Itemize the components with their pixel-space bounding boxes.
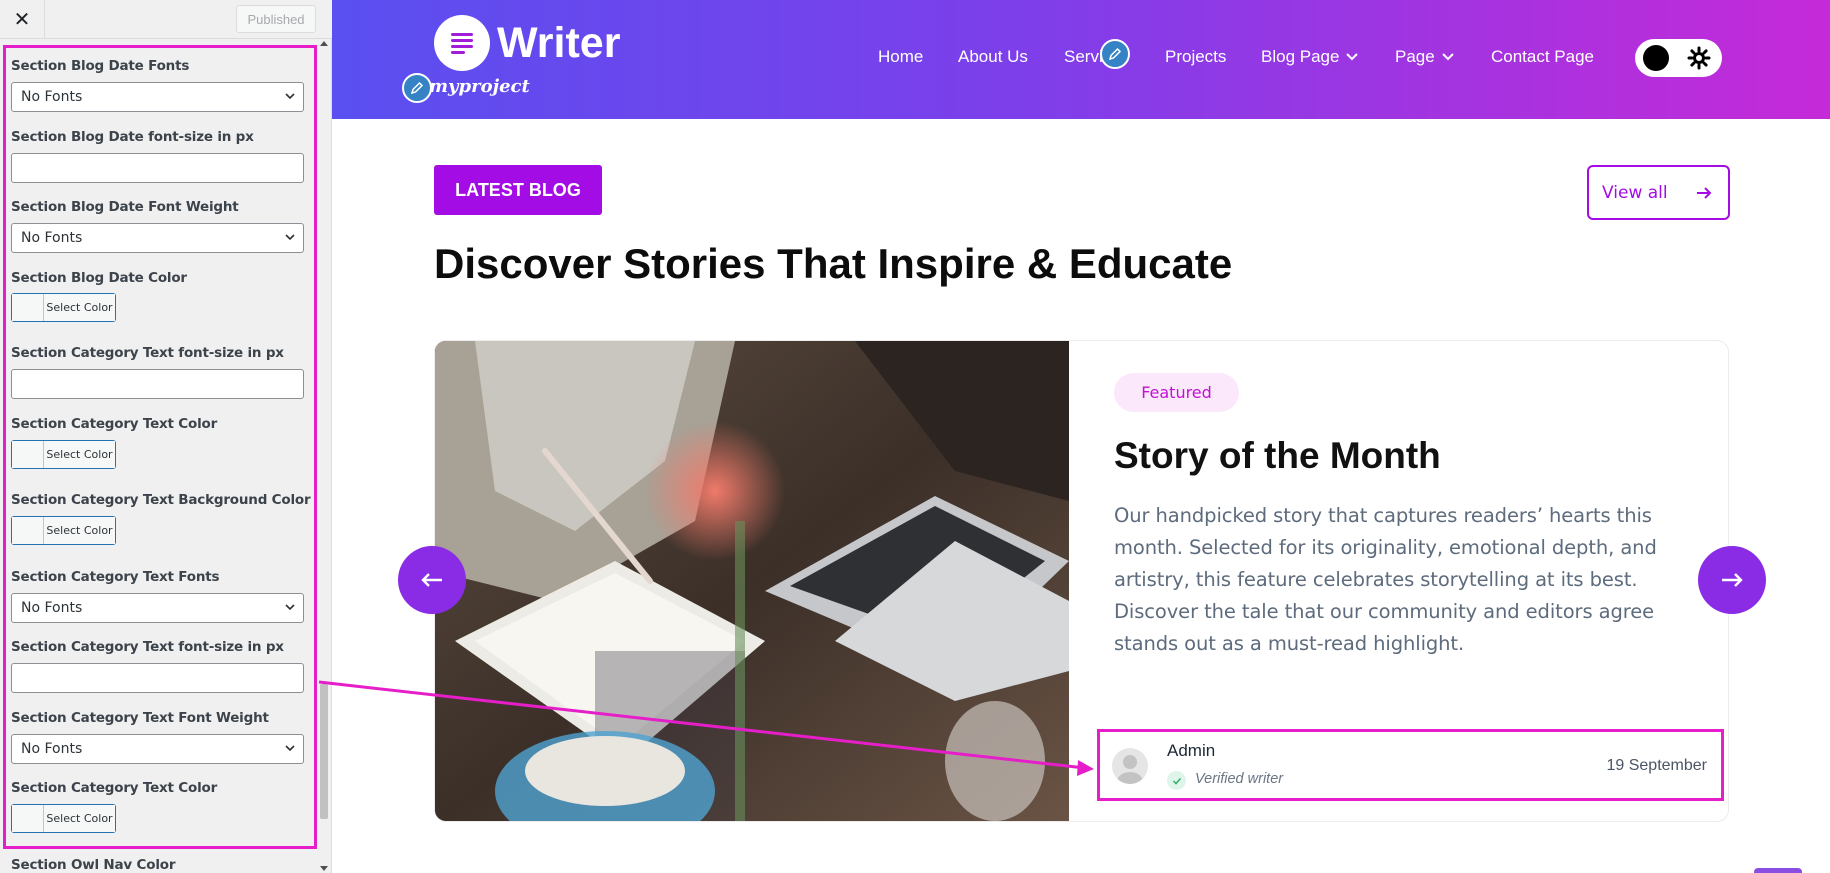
view-all-button[interactable]: View all — [1587, 165, 1730, 220]
arrow-right-icon — [1697, 187, 1712, 199]
control-label: Section Category Text Fonts — [11, 569, 220, 585]
story-description: Our handpicked story that captures reade… — [1114, 504, 1657, 655]
select-color-label: Select Color — [44, 517, 115, 544]
chevron-down-icon — [285, 234, 295, 241]
close-customizer-button[interactable]: ✕ — [0, 0, 45, 38]
category-text-font-size-input[interactable] — [11, 369, 304, 399]
published-button[interactable]: Published — [236, 5, 316, 33]
control-label: Section Blog Date font-size in px — [11, 129, 254, 145]
site-title[interactable]: Writer — [497, 19, 620, 68]
scroll-up-arrow-icon[interactable] — [320, 41, 328, 46]
color-swatch — [12, 294, 44, 321]
section-heading: Discover Stories That Inspire & Educate — [434, 240, 1233, 287]
story-title[interactable]: Story of the Month — [1114, 435, 1441, 477]
select-value: No Fonts — [21, 741, 83, 757]
control-label: Section Blog Date Font Weight — [11, 199, 239, 215]
latest-blog-tag: LATEST BLOG — [434, 165, 602, 215]
control-label: Section Category Text font-size in px — [11, 639, 284, 655]
customizer-sidebar: ✕ Published Section Blog Date Fonts No F… — [0, 0, 332, 873]
category-text-bg-color-picker[interactable]: Select Color — [11, 516, 116, 545]
site-header: Writer myproject Home About Us Servi Pro… — [332, 0, 1830, 119]
control-label: Section Category Text Color — [11, 416, 218, 432]
select-value: No Fonts — [21, 230, 83, 246]
author-role: Verified writer — [1195, 771, 1284, 787]
control-label: Section Category Text font-size in px — [11, 345, 284, 361]
arrow-left-icon — [421, 573, 442, 587]
control-label: Section Blog Date Color — [11, 270, 187, 286]
view-all-label: View all — [1602, 182, 1668, 203]
category-text-fonts-select[interactable]: No Fonts — [11, 593, 304, 623]
select-value: No Fonts — [21, 600, 83, 616]
color-swatch — [12, 517, 44, 544]
control-label: Section Owl Nav Color — [11, 857, 176, 873]
customizer-header: ✕ Published — [0, 0, 332, 39]
color-swatch — [12, 805, 44, 832]
nav-label: Blog Page — [1261, 47, 1340, 66]
blog-date-color-picker[interactable]: Select Color — [11, 293, 116, 322]
verified-check-icon — [1167, 771, 1186, 790]
category-text-color-picker-2[interactable]: Select Color — [11, 804, 116, 833]
nav-label: Page — [1395, 47, 1435, 66]
category-text-font-size-input-2[interactable] — [11, 663, 304, 693]
scroll-down-arrow-icon[interactable] — [320, 866, 328, 871]
scroll-thumb[interactable] — [320, 684, 328, 819]
nav-item-about-us[interactable]: About Us — [958, 47, 1028, 67]
customizer-controls-panel: Section Blog Date Fonts No Fonts Section… — [0, 39, 332, 873]
control-label: Section Blog Date Fonts — [11, 58, 190, 74]
featured-story-image[interactable] — [435, 341, 1069, 821]
control-label: Section Category Text Background Color — [11, 492, 311, 508]
blog-date-font-weight-select[interactable]: No Fonts — [11, 223, 304, 253]
select-color-label: Select Color — [44, 441, 115, 468]
site-logo-icon[interactable] — [434, 15, 490, 71]
site-tagline[interactable]: myproject — [429, 76, 530, 97]
chevron-down-icon — [1346, 53, 1359, 61]
author-avatar — [1112, 748, 1148, 784]
select-color-label: Select Color — [44, 294, 115, 321]
blog-date-font-size-input[interactable] — [11, 153, 304, 183]
select-value: No Fonts — [21, 89, 83, 105]
chevron-down-icon — [1441, 53, 1454, 61]
edit-menu-pencil-icon[interactable] — [1100, 39, 1130, 69]
author-name[interactable]: Admin — [1167, 741, 1215, 761]
category-text-color-picker[interactable]: Select Color — [11, 440, 116, 469]
toggle-knob — [1643, 45, 1669, 71]
chevron-down-icon — [285, 745, 295, 752]
color-swatch — [12, 441, 44, 468]
arrow-right-icon — [1722, 573, 1743, 587]
carousel-next-button[interactable] — [1698, 546, 1766, 614]
chevron-down-icon — [285, 604, 295, 611]
edit-tagline-pencil-icon[interactable] — [402, 73, 432, 103]
sun-gear-icon — [1687, 46, 1711, 70]
nav-item-page[interactable]: Page — [1395, 47, 1455, 67]
nav-item-home[interactable]: Home — [878, 47, 923, 67]
featured-badge: Featured — [1114, 373, 1239, 412]
chevron-down-icon — [285, 93, 295, 100]
post-date: 19 September — [1606, 757, 1707, 774]
sidebar-scrollbar[interactable] — [318, 39, 330, 873]
nav-item-contact-page[interactable]: Contact Page — [1491, 47, 1594, 67]
nav-item-blog-page[interactable]: Blog Page — [1261, 47, 1359, 67]
dark-mode-toggle[interactable] — [1635, 39, 1722, 77]
select-color-label: Select Color — [44, 805, 115, 832]
control-label: Section Category Text Color — [11, 780, 218, 796]
control-label: Section Category Text Font Weight — [11, 710, 269, 726]
site-preview: Writer myproject Home About Us Servi Pro… — [332, 0, 1830, 873]
nav-item-services[interactable]: Servi — [1064, 47, 1103, 67]
blog-date-fonts-select[interactable]: No Fonts — [11, 82, 304, 112]
carousel-prev-button[interactable] — [398, 546, 466, 614]
corner-widget[interactable] — [1754, 868, 1802, 873]
nav-item-projects[interactable]: Projects — [1165, 47, 1226, 67]
category-text-font-weight-select[interactable]: No Fonts — [11, 734, 304, 764]
